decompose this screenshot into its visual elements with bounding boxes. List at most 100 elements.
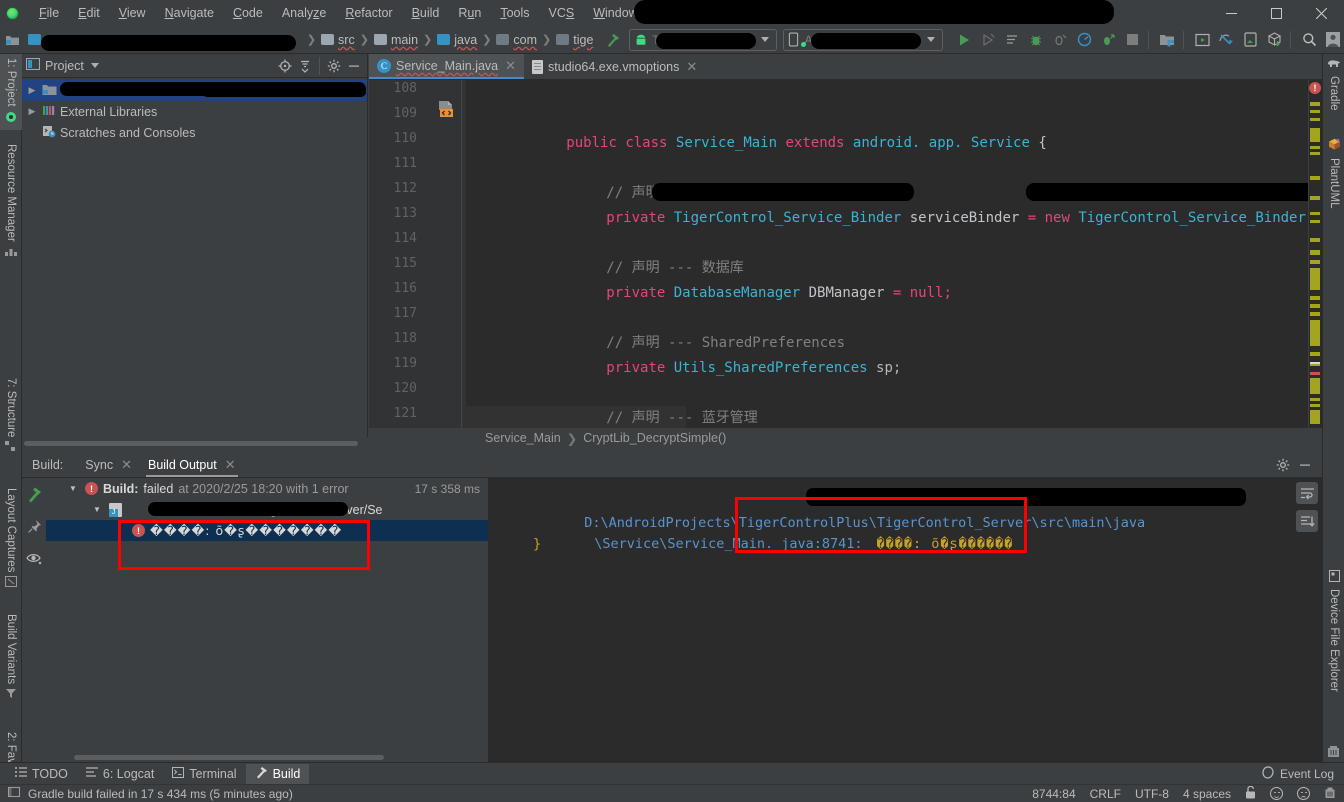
build-hammer-icon[interactable] bbox=[24, 484, 44, 504]
menu-tools[interactable]: Tools bbox=[491, 2, 538, 24]
bottom-item-terminal[interactable]: Terminal bbox=[163, 765, 245, 783]
sidebar-item-device-file-explorer[interactable]: Device File Explorer bbox=[1323, 566, 1344, 716]
breadcrumb-project[interactable] bbox=[25, 32, 305, 51]
build-tab-sync[interactable]: Sync ✕ bbox=[77, 454, 140, 476]
menu-edit[interactable]: Edit bbox=[69, 2, 109, 24]
project-horizontal-scrollbar-thumb[interactable] bbox=[24, 441, 358, 446]
run-icon[interactable] bbox=[953, 29, 975, 51]
sidebar-item-resource-manager[interactable]: Resource Manager bbox=[0, 140, 22, 270]
unlocked-icon[interactable] bbox=[1245, 785, 1256, 802]
run-configuration-selector[interactable]: Tiger...r bbox=[629, 28, 778, 51]
sync-gradle-icon[interactable] bbox=[1215, 29, 1237, 51]
select-opened-file-icon[interactable] bbox=[276, 57, 294, 75]
build-output-tree[interactable]: ▼ ! Build: failed at 2020/2/25 18:20 wit… bbox=[46, 478, 489, 762]
sidebar-item-project[interactable]: 1: Project bbox=[0, 54, 22, 130]
pin-icon[interactable] bbox=[24, 516, 44, 536]
debug-icon[interactable] bbox=[1025, 29, 1047, 51]
project-tree[interactable]: ▶ ▶ External Libraries Scratches and Con… bbox=[22, 78, 367, 143]
smiley-happy-icon[interactable] bbox=[1270, 787, 1283, 800]
soft-wrap-icon[interactable] bbox=[1296, 482, 1318, 504]
sidebar-item-structure[interactable]: 7: Structure bbox=[0, 374, 22, 474]
editor-breadcrumb[interactable]: Service_Main ❯ CryptLib_DecryptSimple() bbox=[369, 428, 1322, 448]
apply-changes-icon[interactable] bbox=[977, 29, 999, 51]
close-icon[interactable]: ✕ bbox=[225, 457, 236, 473]
menu-vcs[interactable]: VCS bbox=[540, 2, 584, 24]
editor-gutter[interactable]: 108 109 110 111 112 113 114 115 116 117 … bbox=[369, 80, 466, 437]
tree-item-project-root[interactable]: ▶ bbox=[22, 80, 367, 101]
code-editor[interactable]: 108 109 110 111 112 113 114 115 116 117 … bbox=[369, 80, 1322, 437]
code-content[interactable]: public class Service_Main extends androi… bbox=[466, 80, 1322, 437]
error-stripe-indicator[interactable]: ! bbox=[1309, 82, 1321, 94]
close-icon[interactable]: ✕ bbox=[505, 58, 516, 74]
build-console[interactable]: D:\AndroidProjects\TigerControlPlus\Tige… bbox=[489, 478, 1322, 762]
indent-setting[interactable]: 4 spaces bbox=[1183, 787, 1231, 801]
avatar-icon[interactable] bbox=[1322, 29, 1344, 51]
editor-tab-service-main[interactable]: C Service_Main.java ✕ bbox=[369, 54, 525, 79]
memory-trash-icon[interactable] bbox=[1324, 786, 1336, 802]
settings-gear-icon[interactable] bbox=[325, 57, 343, 75]
sdk-manager-icon[interactable] bbox=[1156, 29, 1178, 51]
menu-file[interactable]: File bbox=[30, 2, 68, 24]
avd-manager-icon[interactable] bbox=[1191, 29, 1213, 51]
build-tree-root-row[interactable]: ▼ ! Build: failed at 2020/2/25 18:20 wit… bbox=[46, 478, 488, 499]
hide-panel-icon[interactable] bbox=[1296, 456, 1314, 474]
profiler-icon[interactable] bbox=[1073, 29, 1095, 51]
tree-item-external-libraries[interactable]: ▶ External Libraries bbox=[22, 101, 367, 122]
eye-icon[interactable] bbox=[24, 548, 44, 568]
menu-build[interactable]: Build bbox=[403, 2, 449, 24]
class-override-icon[interactable] bbox=[437, 100, 456, 118]
settings-gear-icon[interactable] bbox=[1274, 456, 1292, 474]
line-separator[interactable]: CRLF bbox=[1090, 787, 1121, 801]
sidebar-item-layout-captures[interactable]: Layout Captures bbox=[0, 484, 22, 604]
stop-icon[interactable] bbox=[1121, 29, 1143, 51]
build-tree-file-row[interactable]: ▼ ava/com/tigercontrol/server/Se bbox=[46, 499, 488, 520]
apply-code-changes-icon[interactable] bbox=[1001, 29, 1023, 51]
info-balloon-icon[interactable] bbox=[7, 786, 21, 802]
chevron-down-icon[interactable] bbox=[90, 63, 99, 68]
bottom-item-build[interactable]: Build bbox=[245, 763, 310, 784]
device-selector[interactable]: A... bbox=[783, 28, 943, 51]
navigation-breadcrumbs[interactable]: ❯ src ❯ main ❯ java ❯ com ❯ tige bbox=[25, 31, 597, 51]
attach-debugger-icon[interactable] bbox=[1049, 29, 1071, 51]
scroll-to-end-icon[interactable] bbox=[1296, 510, 1318, 532]
menu-navigate[interactable]: Navigate bbox=[156, 2, 223, 24]
bottom-item-logcat[interactable]: 6: Logcat bbox=[77, 765, 163, 783]
search-icon[interactable] bbox=[1298, 29, 1320, 51]
breadcrumb-com[interactable]: com bbox=[493, 31, 540, 49]
menu-bar[interactable]: File Edit View Navigate Code Analyze Ref… bbox=[30, 2, 691, 24]
tree-item-scratches-and-consoles[interactable]: Scratches and Consoles bbox=[22, 122, 367, 143]
memory-trash-icon[interactable] bbox=[1326, 744, 1341, 762]
close-icon[interactable]: ✕ bbox=[686, 59, 697, 75]
close-button[interactable] bbox=[1299, 0, 1344, 26]
editor-tab-vmoptions[interactable]: studio64.exe.vmoptions ✕ bbox=[524, 54, 705, 79]
smiley-sad-icon[interactable] bbox=[1297, 787, 1310, 800]
close-icon[interactable]: ✕ bbox=[121, 457, 132, 473]
bottom-item-todo[interactable]: TODO bbox=[6, 765, 77, 783]
breadcrumb-java[interactable]: java bbox=[434, 31, 480, 49]
sidebar-item-gradle[interactable]: Gradle bbox=[1323, 54, 1344, 128]
menu-code[interactable]: Code bbox=[224, 2, 272, 24]
chevron-right-icon[interactable]: ▶ bbox=[26, 106, 38, 117]
open-project-icon[interactable] bbox=[2, 29, 23, 51]
breadcrumb-tige[interactable]: tige bbox=[553, 31, 596, 49]
editor-error-stripe[interactable]: ! bbox=[1308, 80, 1322, 437]
chevron-down-icon[interactable] bbox=[761, 37, 770, 42]
build-tree-scrollbar-thumb[interactable] bbox=[74, 755, 384, 760]
breadcrumb-src[interactable]: src bbox=[318, 31, 358, 49]
maximize-button[interactable] bbox=[1254, 0, 1299, 26]
file-encoding[interactable]: UTF-8 bbox=[1135, 787, 1169, 801]
menu-analyze[interactable]: Analyze bbox=[273, 2, 335, 24]
caret-position[interactable]: 8744:84 bbox=[1032, 787, 1075, 801]
menu-refactor[interactable]: Refactor bbox=[336, 2, 401, 24]
collapse-all-icon[interactable] bbox=[296, 57, 314, 75]
build-tab-build-output[interactable]: Build Output ✕ bbox=[140, 454, 244, 477]
sidebar-item-plantuml[interactable]: PlantUML bbox=[1323, 134, 1344, 228]
chevron-right-icon[interactable]: ▶ bbox=[26, 85, 38, 96]
menu-run[interactable]: Run bbox=[449, 2, 490, 24]
chevron-down-icon[interactable]: ▼ bbox=[90, 505, 104, 514]
hide-panel-icon[interactable] bbox=[345, 57, 363, 75]
menu-view[interactable]: View bbox=[110, 2, 155, 24]
event-log-label[interactable]: Event Log bbox=[1280, 767, 1334, 781]
chevron-down-icon[interactable] bbox=[927, 37, 935, 42]
minimize-button[interactable] bbox=[1209, 0, 1254, 26]
